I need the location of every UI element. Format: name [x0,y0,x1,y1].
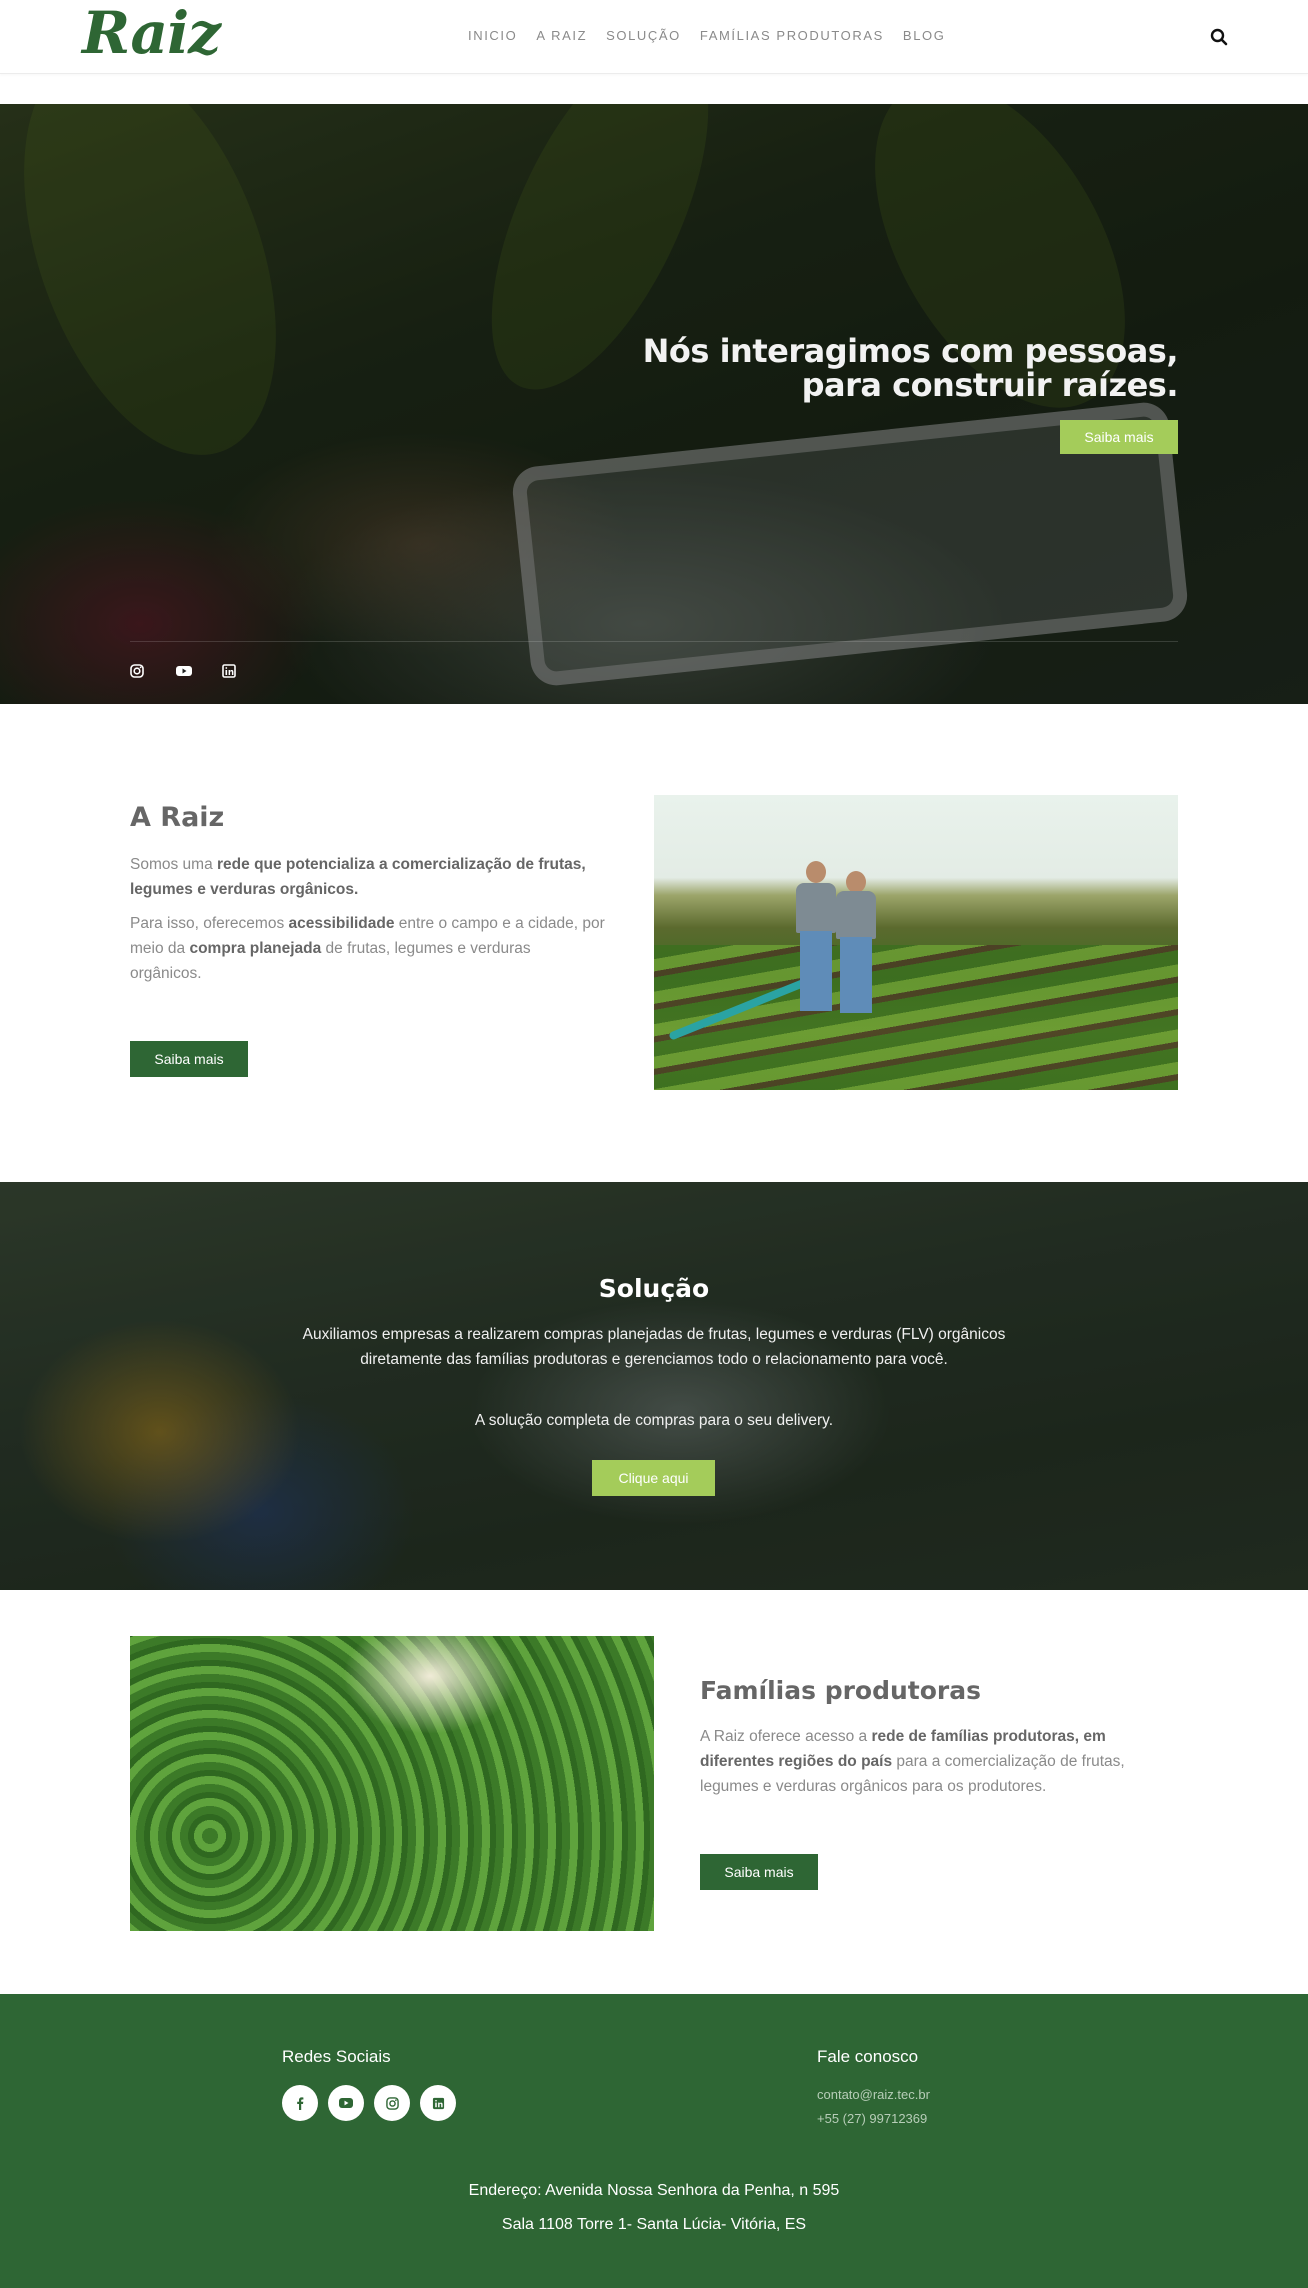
footer-contact-title: Fale conosco [817,2047,919,2066]
hero-banner: Nós interagimos com pessoas, para constr… [0,104,1308,704]
about-saiba-mais-button[interactable]: Saiba mais [130,1041,248,1077]
nav-item-inicio[interactable]: INICIO [468,28,517,43]
search-icon[interactable] [1210,28,1228,46]
hero-title: Nós interagimos com pessoas, para constr… [560,332,1179,404]
solution-title: Solução [598,1274,710,1303]
youtube-icon[interactable] [328,2085,364,2121]
hero-saiba-mais-button[interactable]: Saiba mais [1060,420,1178,454]
about-paragraph-2: Para isso, oferecemos acessibilidade ent… [130,915,605,982]
divider [130,641,1178,642]
nav-item-familias-produtoras[interactable]: FAMÍLIAS PRODUTORAS [700,28,884,43]
facebook-icon[interactable] [282,2085,318,2121]
instagram-icon[interactable] [374,2085,410,2121]
logo[interactable]: Raiz [82,2,221,64]
families-saiba-mais-button[interactable]: Saiba mais [700,1854,818,1890]
hero-title-line2: para construir raízes. [801,366,1179,404]
footer-email-link[interactable]: contato@raiz.tec.br [817,2087,930,2102]
footer-social-links [282,2085,456,2121]
main-nav: INICIO A RAIZ SOLUÇÃO FAMÍLIAS PRODUTORA… [468,28,945,43]
nav-item-blog[interactable]: BLOG [903,28,946,43]
hero-social-links [130,664,236,678]
solution-section: Solução Auxiliamos empresas a realizarem… [0,1182,1308,1590]
youtube-icon[interactable] [176,664,192,678]
instagram-icon[interactable] [130,664,144,678]
producer-photo [130,1636,654,1931]
about-title: A Raiz [130,802,225,833]
linkedin-icon[interactable] [420,2085,456,2121]
nav-item-solucao[interactable]: SOLUÇÃO [606,28,681,43]
footer-social-title: Redes Sociais [282,2047,391,2066]
footer-address-line2: Sala 1108 Torre 1- Santa Lúcia- Vitória,… [501,2216,807,2233]
families-title: Famílias produtoras [700,1676,981,1705]
families-paragraph: A Raiz oferece acesso a rede de famílias… [700,1728,1125,1795]
footer-phone: +55 (27) 99712369 [817,2111,928,2126]
footer-address-line1: Endereço: Avenida Nossa Senhora da Penha… [468,2182,840,2199]
linkedin-icon[interactable] [222,664,236,678]
farmers-photo [654,795,1178,1090]
solution-paragraph-2: A solução completa de compras para o seu… [474,1412,834,1429]
hero-title-line1: Nós interagimos com pessoas, [642,332,1179,370]
about-paragraph-1: Somos uma rede que potencializa a comerc… [130,856,586,898]
nav-item-a-raiz[interactable]: A RAIZ [536,28,587,43]
site-footer [0,1994,1308,2288]
site-header: Raiz INICIO A RAIZ SOLUÇÃO FAMÍLIAS PROD… [0,0,1308,74]
solution-paragraph-1: Auxiliamos empresas a realizarem compras… [302,1326,1006,1368]
solution-clique-aqui-button[interactable]: Clique aqui [592,1460,715,1496]
